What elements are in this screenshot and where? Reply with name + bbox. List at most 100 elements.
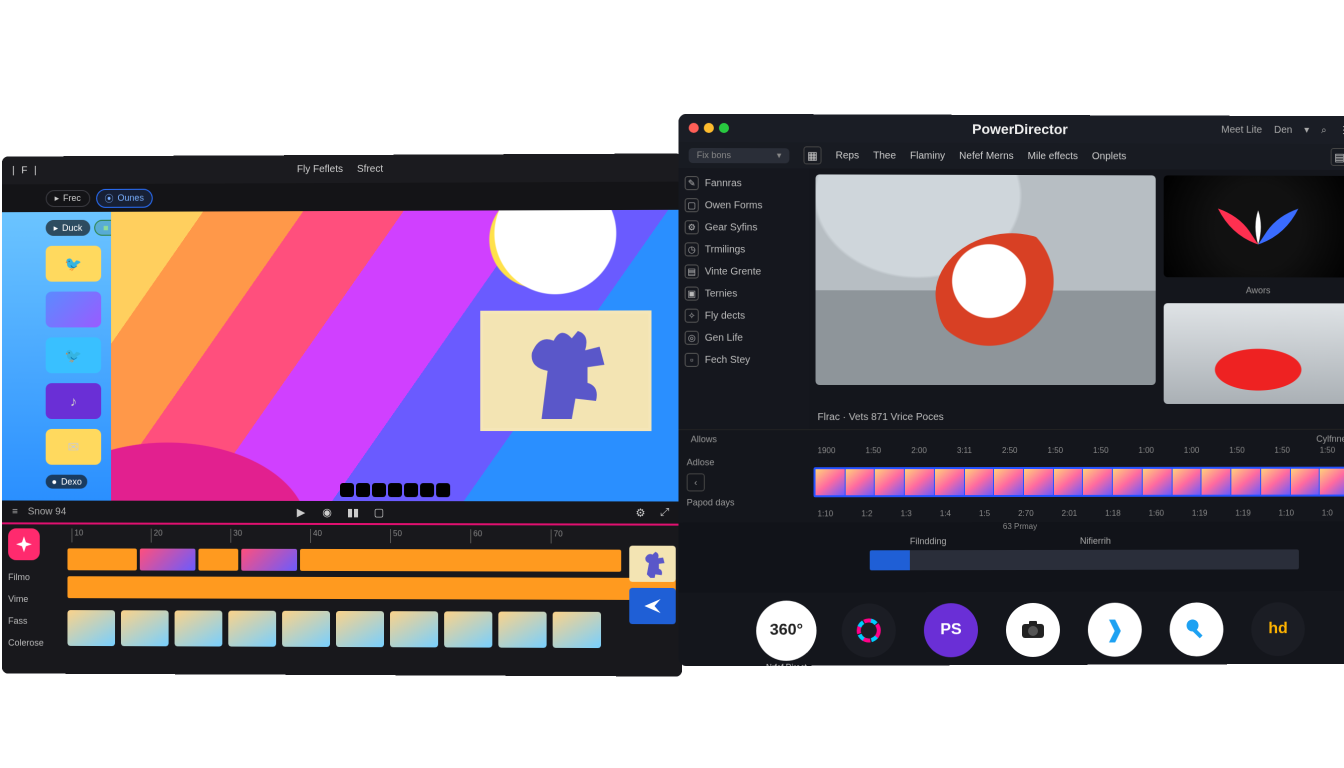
gallery-item[interactable] xyxy=(175,610,223,646)
gallery-item[interactable] xyxy=(121,610,169,646)
topright-a[interactable]: Meet Lite xyxy=(1221,124,1262,135)
video-track-1[interactable] xyxy=(67,548,675,572)
right-timeline[interactable]: 63 Prmay Filndding Nifierrih xyxy=(679,521,1344,592)
side-thumb-1[interactable]: 🐦 xyxy=(46,246,101,282)
gallery-item[interactable] xyxy=(67,610,115,646)
clip-thumb[interactable] xyxy=(140,549,196,571)
grid-view-icon[interactable]: ▦ xyxy=(803,146,821,164)
stop-icon[interactable]: ▢ xyxy=(372,505,386,519)
media-left-a: Adlose xyxy=(687,457,808,467)
left-preview-canvas[interactable] xyxy=(111,210,682,502)
split-icon[interactable]: ▮▮ xyxy=(346,505,360,519)
tab-c[interactable]: Flaminy xyxy=(910,150,945,161)
wings-icon xyxy=(1213,196,1302,256)
clip[interactable] xyxy=(67,548,136,570)
clip-long[interactable] xyxy=(67,576,675,600)
record-button[interactable] xyxy=(8,528,40,560)
preview-main[interactable] xyxy=(816,174,1156,385)
side-item-5[interactable]: ▣Ternies xyxy=(685,287,804,301)
side-item-2[interactable]: ⚙Gear Syfins xyxy=(685,220,804,234)
clip[interactable] xyxy=(198,549,238,571)
export-button[interactable] xyxy=(629,588,675,624)
side-thumb-2[interactable] xyxy=(46,292,101,328)
filmstrip[interactable] xyxy=(814,467,1344,498)
mini-ctrl-7[interactable] xyxy=(436,483,450,497)
tab-d[interactable]: Nefef Merns xyxy=(959,150,1013,161)
mini-ctrl-4[interactable] xyxy=(388,483,402,497)
timeline-track[interactable]: Filndding Nifierrih xyxy=(870,549,1299,570)
side-item-7[interactable]: ◎Gen Life xyxy=(685,331,804,345)
media-panel: Allows Cylfnne 19001:502:00 3:112:501:50… xyxy=(679,429,1344,523)
right-sidebar: ✎Fannras ▢Owen Forms ⚙Gear Syfins ◷Trmil… xyxy=(679,168,810,429)
dock-social[interactable]: ❱ xyxy=(1088,603,1142,657)
dock-color[interactable] xyxy=(842,603,896,657)
pip-overlay[interactable] xyxy=(480,310,651,431)
mini-controls xyxy=(340,483,450,497)
mini-ctrl-5[interactable] xyxy=(404,483,418,497)
dock-ps[interactable]: PS xyxy=(924,603,978,657)
tab-e[interactable]: Mile effects xyxy=(1028,151,1078,162)
search-icon[interactable]: ⌕ xyxy=(1321,125,1327,136)
pip-mini[interactable] xyxy=(629,546,675,582)
dock-360[interactable]: 360°Nrfef Direct xyxy=(759,604,813,658)
gallery-item[interactable] xyxy=(282,611,330,647)
side-thumb-3[interactable]: 🐦 xyxy=(46,337,101,373)
side-item-8[interactable]: ▫Fech Stey xyxy=(685,353,804,367)
tab-b[interactable]: Thee xyxy=(873,150,896,161)
side-thumb-5[interactable]: ✉ xyxy=(46,429,101,465)
loop-icon[interactable]: ◉ xyxy=(320,505,334,519)
gallery-item[interactable] xyxy=(336,611,384,647)
side-item-1[interactable]: ▢Owen Forms xyxy=(685,198,804,212)
settings-icon[interactable]: ⚙ xyxy=(633,505,647,519)
mini-ctrl-6[interactable] xyxy=(420,483,434,497)
side-thumb-4[interactable]: ♪ xyxy=(46,383,101,419)
maximize-icon[interactable] xyxy=(719,123,729,133)
pill-frec[interactable]: ▸ Frec xyxy=(46,189,90,206)
topright-b[interactable]: Den xyxy=(1274,124,1292,135)
left-toolbar: ▸ Frec ⦿ Ounes xyxy=(2,182,682,213)
mini-ctrl-1[interactable] xyxy=(340,483,354,497)
pill-ounes[interactable]: ⦿ Ounes xyxy=(96,188,153,207)
minimize-icon[interactable] xyxy=(704,123,714,133)
side-item-3[interactable]: ◷Trmilings xyxy=(685,242,804,256)
mini-ctrl-3[interactable] xyxy=(372,483,386,497)
tab-a[interactable]: Reps xyxy=(836,150,859,161)
clip-thumb[interactable] xyxy=(241,549,297,571)
search-input[interactable]: Fix bons▾ xyxy=(689,147,790,162)
side-item-6[interactable]: ✧Fly dects xyxy=(685,309,804,323)
close-icon[interactable] xyxy=(689,123,699,133)
preview-area: Awors xyxy=(809,168,1344,410)
audio-track-1[interactable] xyxy=(67,576,675,600)
gallery-item[interactable] xyxy=(498,612,546,648)
clip[interactable] xyxy=(300,549,621,572)
fullscreen-icon[interactable]: ⤢ xyxy=(658,505,672,519)
pill-duck[interactable]: ▸ Duck xyxy=(46,220,91,236)
left-menu-a[interactable]: Fly Feflets xyxy=(297,163,343,174)
left-control-bar: ≡ Snow 94 ▶ ◉ ▮▮ ▢ ⚙ ⤢ xyxy=(2,500,682,525)
side-item-4[interactable]: ▤Vinte Grente xyxy=(685,264,804,278)
dock-key[interactable] xyxy=(1170,602,1224,656)
gallery-item[interactable] xyxy=(444,611,492,647)
preview-thumb-2[interactable] xyxy=(1164,303,1344,404)
side-badge[interactable]: ● Dexo xyxy=(46,475,88,489)
tab-f[interactable]: Onplets xyxy=(1092,151,1126,162)
prev-button[interactable]: ‹ xyxy=(687,473,705,491)
left-menu-b[interactable]: Sfrect xyxy=(357,163,383,174)
mini-ctrl-2[interactable] xyxy=(356,483,370,497)
gallery-item[interactable] xyxy=(390,611,438,647)
color-wheel-icon xyxy=(856,617,882,643)
panel-icon[interactable]: ▤ xyxy=(1331,148,1344,166)
timeline-clip[interactable] xyxy=(870,550,910,570)
side-item-0[interactable]: ✎Fannras xyxy=(685,176,804,190)
track-lab-1: Filmo xyxy=(8,572,61,582)
chevron-down-icon[interactable]: ▾ xyxy=(1304,124,1309,135)
gallery-item[interactable] xyxy=(228,611,276,647)
dock-hd[interactable]: hd xyxy=(1251,602,1305,656)
timeline-body[interactable]: 102030 405060 70 xyxy=(62,524,682,676)
menu-icon[interactable]: ⋮ xyxy=(1339,125,1344,136)
preview-thumb-1[interactable] xyxy=(1164,175,1344,277)
hamburger-icon[interactable]: ≡ xyxy=(12,506,18,517)
dock-camera[interactable] xyxy=(1006,603,1060,657)
gallery-item[interactable] xyxy=(553,612,601,648)
play-icon[interactable]: ▶ xyxy=(294,505,308,519)
